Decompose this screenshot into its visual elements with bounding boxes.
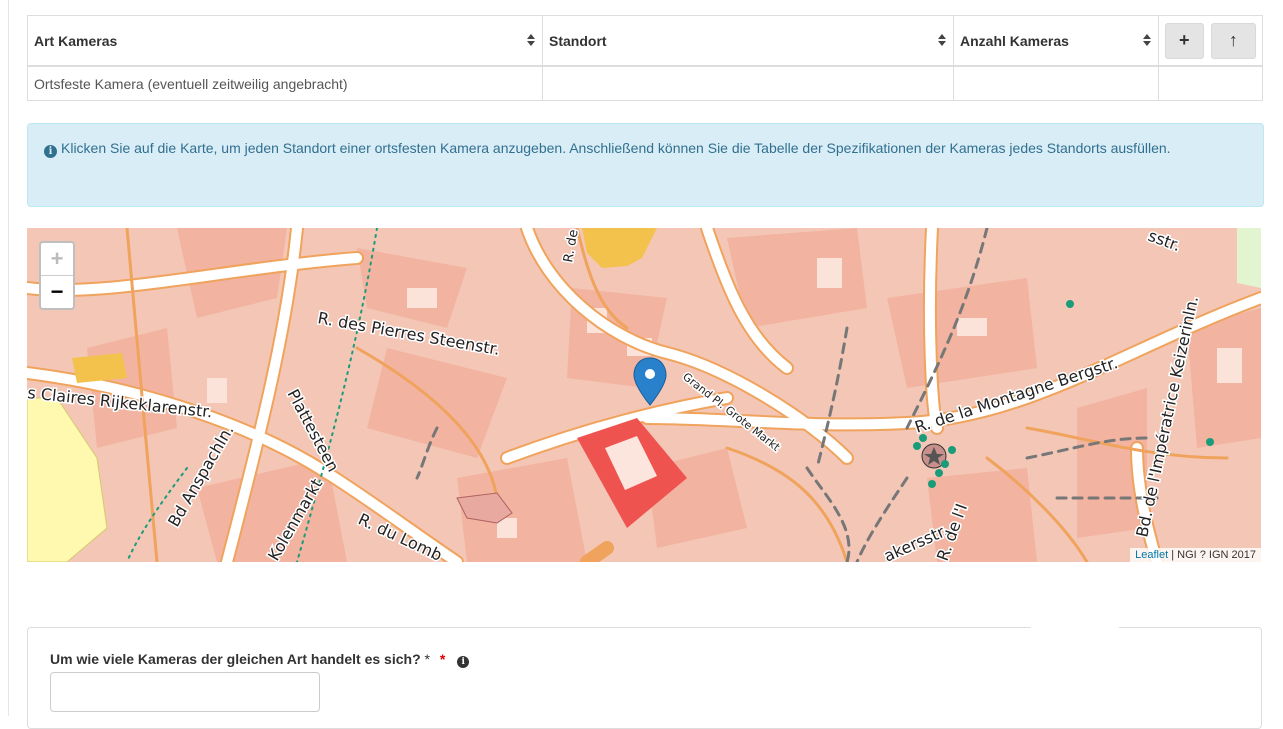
map[interactable]: R. des Pierres Steenstr. s Claires Rijke… — [27, 228, 1261, 562]
column-label: Anzahl Kameras — [960, 32, 1069, 49]
add-row-button[interactable]: + — [1165, 22, 1204, 59]
table-header-row: Art Kameras Standort Anzahl Kameras + ↑ — [27, 15, 1263, 67]
map-attribution: Leaflet | NGI ? IGN 2017 — [1130, 548, 1261, 562]
left-border — [8, 0, 9, 716]
sort-icon[interactable] — [937, 33, 947, 48]
plus-icon: + — [50, 246, 64, 271]
alert-text: Klicken Sie auf die Karte, um jeden Stan… — [61, 140, 1171, 156]
cell-art: Ortsfeste Kamera (eventuell zeitweilig a… — [27, 65, 543, 101]
info-alert: i Klicken Sie auf die Karte, um jeden Sta… — [27, 123, 1264, 207]
column-label: Standort — [549, 32, 607, 49]
required-star: * — [439, 651, 446, 667]
sort-icon[interactable] — [1142, 33, 1152, 48]
question-label: Um wie viele Kameras der gleichen Art ha… — [50, 651, 470, 668]
zoom-out-button[interactable]: − — [41, 276, 73, 308]
cell-standort — [542, 65, 954, 101]
column-anzahl-kameras[interactable]: Anzahl Kameras — [953, 15, 1159, 67]
panel-arrow-mask — [1031, 626, 1119, 629]
sort-icon[interactable] — [526, 33, 536, 48]
attribution-text: | NGI ? IGN 2017 — [1168, 549, 1256, 561]
minus-icon: − — [50, 279, 64, 304]
zoom-control: + − — [39, 241, 75, 310]
camera-count-input[interactable] — [50, 672, 320, 712]
map-tiles[interactable]: R. des Pierres Steenstr. s Claires Rijke… — [27, 228, 1261, 562]
column-label: Art Kameras — [34, 32, 118, 49]
arrow-up-icon: ↑ — [1228, 30, 1238, 50]
cameras-table: Art Kameras Standort Anzahl Kameras + ↑ … — [27, 15, 1263, 101]
info-icon: i — [44, 145, 57, 158]
question-text: Um wie viele Kameras der gleichen Art ha… — [50, 651, 421, 667]
zoom-in-button[interactable]: + — [41, 243, 73, 276]
column-actions: + ↑ — [1158, 15, 1263, 67]
required-marker: * — [424, 651, 430, 667]
plus-icon: + — [1179, 30, 1190, 50]
info-icon[interactable]: i — [457, 656, 470, 668]
cell-anzahl — [953, 65, 1159, 101]
column-standort[interactable]: Standort — [542, 15, 954, 67]
cell-actions — [1158, 65, 1263, 101]
leaflet-link[interactable]: Leaflet — [1135, 549, 1168, 561]
table-row[interactable]: Ortsfeste Kamera (eventuell zeitweilig a… — [27, 65, 1263, 101]
move-up-button[interactable]: ↑ — [1210, 22, 1256, 59]
column-art-kameras[interactable]: Art Kameras — [27, 15, 543, 67]
